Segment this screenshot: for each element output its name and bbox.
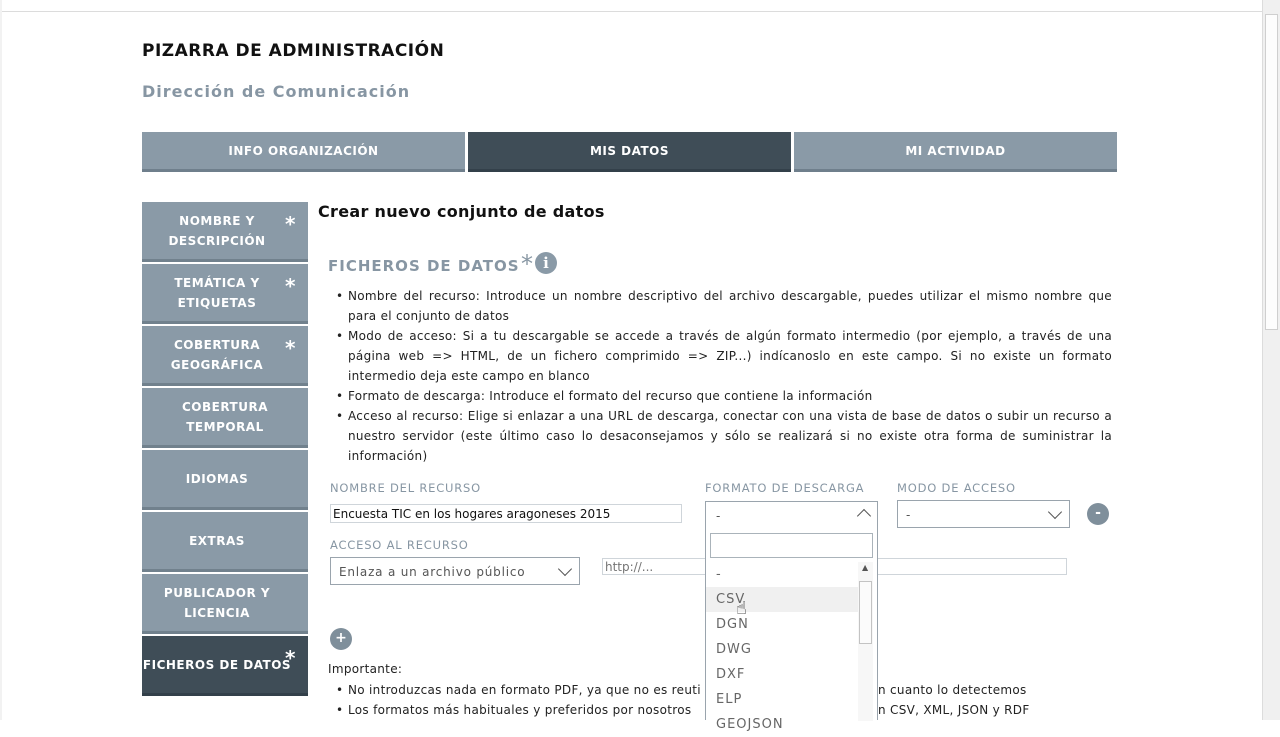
important-title: Importante: <box>328 662 403 676</box>
sidebar-item-tematica-etiquetas[interactable]: TEMÁTICA Y ETIQUETAS * <box>142 264 308 324</box>
nombre-recurso-label: NOMBRE DEL RECURSO <box>330 481 482 495</box>
dropdown-option[interactable]: DXF <box>706 662 858 687</box>
modo-acceso-select[interactable]: - <box>897 500 1070 528</box>
chevron-down-icon <box>1047 504 1063 520</box>
dropdown-options: - CSV DGN DWG DXF ELP GEOJSON <box>706 562 858 737</box>
important-list: No introduzcas nada en formato PDF, ya q… <box>336 680 701 720</box>
dropdown-option[interactable]: ELP <box>706 687 858 712</box>
dropdown-search-input[interactable] <box>710 533 873 558</box>
dropdown-option[interactable]: DWG <box>706 637 858 662</box>
formato-descarga-dropdown[interactable]: - - CSV DGN DWG DXF ELP GEOJSON ▲ <box>705 501 878 732</box>
page-scrollbar[interactable] <box>1262 0 1280 720</box>
section-title: FICHEROS DE DATOS <box>328 257 520 275</box>
tab-mis-datos[interactable]: MIS DATOS <box>468 132 791 172</box>
sidebar-item-label: NOMBRE Y DESCRIPCIÓN <box>168 213 266 248</box>
sidebar-item-extras[interactable]: EXTRAS <box>142 512 308 572</box>
acceso-recurso-value: Enlaza a un archivo público <box>339 565 526 579</box>
required-marker: * <box>285 212 296 236</box>
modo-acceso-label: MODO DE ACCESO <box>897 481 1016 495</box>
form-heading: Crear nuevo conjunto de datos <box>318 202 605 221</box>
left-border <box>0 0 2 720</box>
sidebar-item-publicador-licencia[interactable]: PUBLICADOR Y LICENCIA <box>142 574 308 634</box>
sidebar-item-idiomas[interactable]: IDIOMAS <box>142 450 308 510</box>
list-item: Formato de descarga: Introduce el format… <box>336 386 1112 406</box>
required-marker: * <box>285 336 296 360</box>
top-border <box>0 0 1262 12</box>
sidebar-item-label: COBERTURA TEMPORAL <box>181 399 268 434</box>
hand-cursor-icon: ☝ <box>736 598 747 619</box>
list-item-tail: n cuanto lo detectemos <box>878 683 1027 697</box>
add-resource-button[interactable]: + <box>330 628 352 650</box>
instructions-list: Nombre del recurso: Introduce un nombre … <box>336 286 1112 466</box>
required-marker: * <box>285 646 296 670</box>
acceso-recurso-label: ACCESO AL RECURSO <box>330 538 469 552</box>
list-item: Modo de acceso: Si a tu descargable se a… <box>336 326 1112 386</box>
important-list-tail: n cuanto lo detectemos n CSV, XML, JSON … <box>878 680 1030 720</box>
formato-descarga-value: - <box>716 509 721 523</box>
sidebar-item-label: PUBLICADOR Y LICENCIA <box>163 585 271 620</box>
required-marker: * <box>521 250 533 278</box>
page-title: PIZARRA DE ADMINISTRACIÓN <box>142 41 445 61</box>
required-marker: * <box>285 274 296 298</box>
chevron-down-icon <box>557 561 573 577</box>
remove-resource-button[interactable]: - <box>1087 503 1109 525</box>
dropdown-option[interactable]: - <box>706 562 858 587</box>
dropdown-option-highlighted[interactable]: CSV <box>706 587 858 612</box>
sidebar-item-ficheros-datos[interactable]: FICHEROS DE DATOS * <box>142 636 308 696</box>
sidebar-item-cobertura-geografica[interactable]: COBERTURA GEOGRÁFICA * <box>142 326 308 386</box>
dropdown-scrollbar-thumb[interactable] <box>859 581 872 644</box>
sidebar-item-nombre-descripcion[interactable]: NOMBRE Y DESCRIPCIÓN * <box>142 202 308 262</box>
sidebar-item-cobertura-temporal[interactable]: COBERTURA TEMPORAL <box>142 388 308 448</box>
acceso-recurso-select[interactable]: Enlaza a un archivo público <box>330 557 580 585</box>
list-item: No introduzcas nada en formato PDF, ya q… <box>336 680 701 700</box>
sidebar-item-label: IDIOMAS <box>185 471 249 486</box>
formato-descarga-label: FORMATO DE DESCARGA <box>705 481 865 495</box>
info-icon[interactable]: i <box>535 252 557 274</box>
chevron-up-icon[interactable] <box>856 508 872 524</box>
scroll-up-arrow-icon[interactable]: ▲ <box>862 563 868 572</box>
organization-name: Dirección de Comunicación <box>142 82 411 101</box>
nombre-recurso-input[interactable]: Encuesta TIC en los hogares aragoneses 2… <box>330 504 682 523</box>
modo-acceso-value: - <box>906 508 912 522</box>
list-item: Nombre del recurso: Introduce un nombre … <box>336 286 1112 326</box>
list-item-tail: n CSV, XML, JSON y RDF <box>878 703 1030 717</box>
dropdown-option[interactable]: GEOJSON <box>706 712 858 737</box>
sidebar-item-label: COBERTURA GEOGRÁFICA <box>170 337 264 372</box>
dropdown-option[interactable]: DGN <box>706 612 858 637</box>
sidebar-item-label: FICHEROS DE DATOS <box>142 657 292 672</box>
tab-info-organizacion[interactable]: INFO ORGANIZACIÓN <box>142 132 465 172</box>
list-item: Acceso al recurso: Elige si enlazar a un… <box>336 406 1112 466</box>
tab-mi-actividad[interactable]: MI ACTIVIDAD <box>794 132 1117 172</box>
list-item: Los formatos más habituales y preferidos… <box>336 700 701 720</box>
sidebar-item-label: EXTRAS <box>189 533 245 548</box>
sidebar-item-label: TEMÁTICA Y ETIQUETAS <box>174 275 260 310</box>
page-scrollbar-thumb[interactable] <box>1265 14 1278 330</box>
